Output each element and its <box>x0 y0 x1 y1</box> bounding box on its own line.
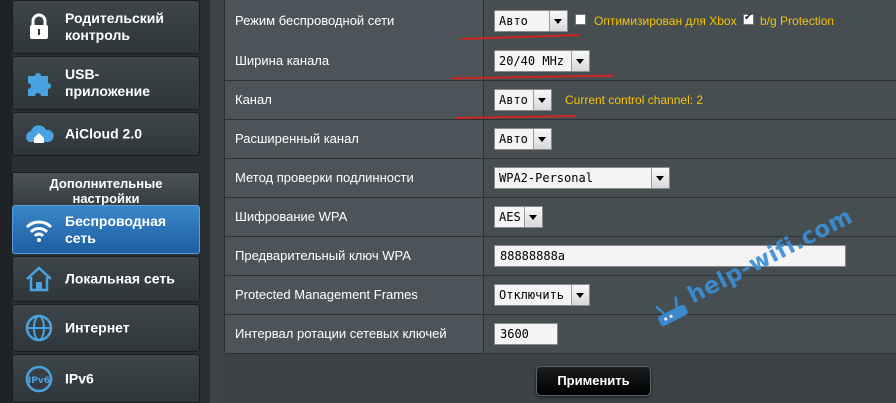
home-icon <box>26 266 52 292</box>
bg-protection-label: b/g Protection <box>760 14 835 28</box>
sidebar-item-lan[interactable]: Локальная сеть <box>12 256 200 302</box>
wireless-mode-select[interactable]: Авто <box>494 10 568 32</box>
wpa-encryption-select[interactable]: AES <box>494 206 543 228</box>
ipv6-icon: IPv6 <box>25 365 53 392</box>
setting-label: Канал <box>225 81 484 119</box>
svg-text:IPv6: IPv6 <box>28 376 50 386</box>
sidebar-item-label: IPv6 <box>65 370 94 386</box>
globe-icon <box>25 314 53 342</box>
setting-label: Protected Management Frames <box>225 276 484 314</box>
pmf-select[interactable]: Отключить <box>494 284 590 306</box>
setting-row-auth-method: Метод проверки подлинности WPA2-Personal <box>225 159 896 198</box>
sidebar-item-label: AiCloud 2.0 <box>65 125 143 142</box>
chevron-down-icon <box>533 90 551 110</box>
sidebar-item-label: Локальная сеть <box>65 270 175 287</box>
setting-row-channel: Канал Авто Current control channel: 2 <box>225 81 896 120</box>
input-value: 3600 <box>500 327 529 341</box>
puzzle-icon <box>28 73 51 96</box>
setting-label: Ширина канала <box>225 42 484 80</box>
setting-label: Метод проверки подлинности <box>225 159 484 197</box>
sidebar-section-header: Дополнительные настройки <box>12 172 200 206</box>
xbox-optimized-label: Оптимизирован для Xbox <box>594 14 737 28</box>
sidebar-item-parental-control[interactable]: Родительский контроль <box>12 0 200 54</box>
chevron-down-icon <box>524 207 542 227</box>
select-value: WPA2-Personal <box>499 171 593 185</box>
chevron-down-icon <box>549 11 567 31</box>
auth-method-select[interactable]: WPA2-Personal <box>494 167 670 189</box>
sidebar-item-label: Интернет <box>65 319 130 336</box>
channel-width-select[interactable]: 20/40 MHz <box>494 50 590 72</box>
main-panel: Режим беспроводной сети Авто Оптимизиров… <box>222 0 896 403</box>
input-value: 88888888a <box>500 249 566 263</box>
sidebar-item-label: USB- приложение <box>65 66 151 99</box>
setting-row-key-rotation: Интервал ротации сетевых ключей 3600 <box>225 315 896 354</box>
cloud-home-icon <box>26 125 54 143</box>
section-header-text: Дополнительные настройки <box>49 176 163 206</box>
sidebar-item-ipv6[interactable]: IPv6 IPv6 <box>12 354 200 403</box>
channel-select[interactable]: Авто <box>494 89 552 111</box>
select-value: AES <box>499 210 521 224</box>
select-value: Отключить <box>499 288 565 302</box>
current-channel-note: Current control channel: 2 <box>565 93 704 107</box>
sidebar-edge <box>0 0 12 403</box>
select-value: Авто <box>499 93 528 107</box>
apply-button[interactable]: Применить <box>536 366 651 396</box>
sidebar-item-label: Родительский контроль <box>65 10 164 43</box>
chevron-down-icon <box>571 285 589 305</box>
bg-protection-checkbox[interactable] <box>743 12 754 25</box>
sidebar-item-aicloud[interactable]: AiCloud 2.0 <box>12 112 200 156</box>
chevron-down-icon <box>651 168 669 188</box>
xbox-optimized-checkbox[interactable] <box>575 14 586 25</box>
sidebar-item-internet[interactable]: Интернет <box>12 304 200 352</box>
setting-label: Интервал ротации сетевых ключей <box>225 315 484 353</box>
key-rotation-input[interactable]: 3600 <box>494 323 558 345</box>
chevron-down-icon <box>571 51 589 71</box>
sidebar: Родительский контроль USB- приложение Ai… <box>0 0 210 403</box>
chevron-down-icon <box>533 129 551 149</box>
setting-label: Предварительный ключ WPA <box>225 237 484 275</box>
select-value: 20/40 MHz <box>499 54 565 68</box>
setting-label: Режим беспроводной сети <box>225 0 484 42</box>
setting-label: Расширенный канал <box>225 120 484 158</box>
setting-row-extension-channel: Расширенный канал Авто <box>225 120 896 159</box>
select-value: Авто <box>499 14 528 28</box>
sidebar-item-wireless[interactable]: Беспроводная сеть <box>12 205 200 254</box>
setting-label: Шифрование WPA <box>225 198 484 236</box>
sidebar-item-usb-apps[interactable]: USB- приложение <box>12 56 200 110</box>
sidebar-item-label: Беспроводная сеть <box>65 212 167 246</box>
select-value: Авто <box>499 132 528 146</box>
wifi-icon <box>25 220 53 242</box>
extension-channel-select[interactable]: Авто <box>494 128 552 150</box>
lock-icon <box>30 13 48 39</box>
